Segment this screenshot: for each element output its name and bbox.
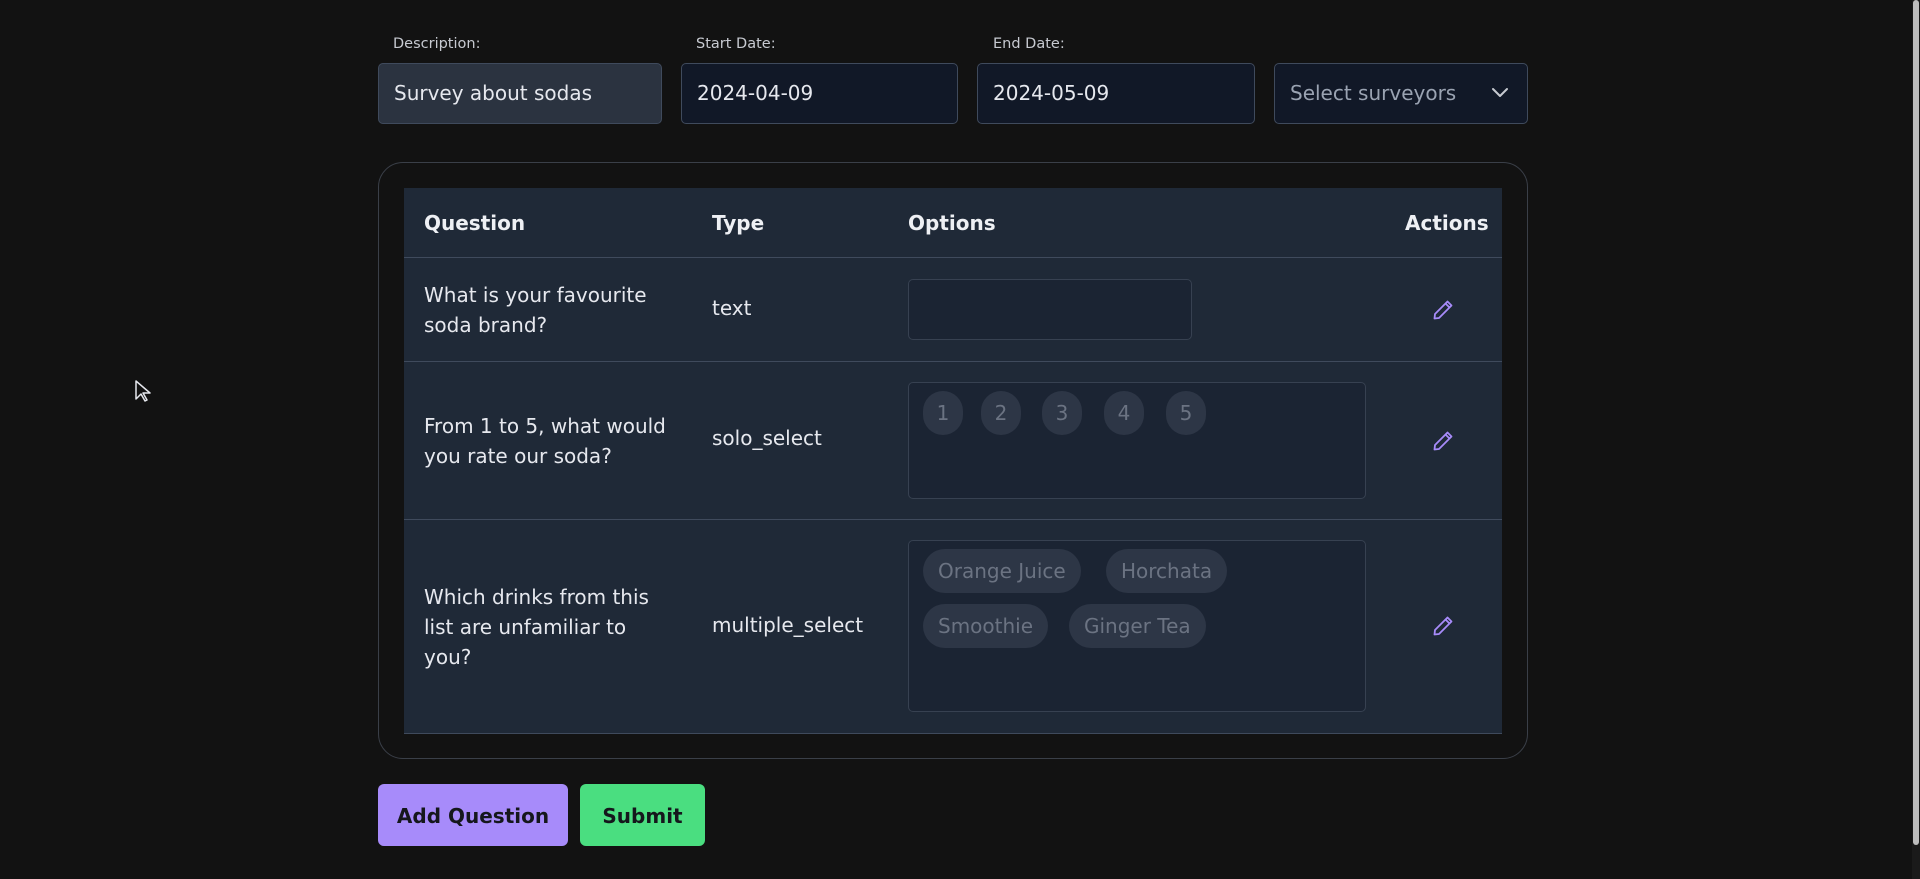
pencil-icon[interactable] — [1431, 298, 1455, 322]
header-options: Options — [908, 211, 996, 235]
option-pill[interactable]: 4 — [1104, 391, 1144, 435]
end-date-input[interactable]: 2024-05-09 — [977, 63, 1255, 124]
table-row: What is your favourite soda brand? text — [404, 258, 1502, 362]
table-header: Question Type Options Actions — [404, 188, 1502, 258]
header-question: Question — [424, 211, 526, 235]
question-text: Which drinks from this list are unfamili… — [424, 585, 649, 669]
header-actions: Actions — [1405, 211, 1489, 235]
option-pill[interactable]: Ginger Tea — [1069, 604, 1206, 648]
options-box: 1 2 3 4 5 — [908, 382, 1366, 499]
option-pill[interactable]: 3 — [1042, 391, 1082, 435]
question-text: From 1 to 5, what would you rate our sod… — [424, 414, 666, 468]
option-pill[interactable]: Smoothie — [923, 604, 1049, 648]
mouse-pointer-icon — [135, 380, 151, 402]
header-type: Type — [712, 211, 765, 235]
description-label: Description: — [393, 36, 481, 52]
chevron-down-icon — [1492, 88, 1508, 97]
options-input[interactable] — [908, 279, 1192, 340]
scrollbar-track[interactable] — [1912, 0, 1920, 879]
option-pill[interactable]: Orange Juice — [923, 549, 1081, 593]
start-date-input[interactable]: 2024-04-09 — [681, 63, 958, 124]
questions-card: Question Type Options Actions What is yo… — [378, 162, 1528, 759]
question-text: What is your favourite soda brand? — [424, 283, 647, 337]
surveyors-placeholder: Select surveyors — [1290, 81, 1457, 105]
submit-button[interactable]: Submit — [580, 784, 705, 846]
option-pill[interactable]: Horchata — [1106, 549, 1228, 593]
options-box: Orange Juice Horchata Smoothie Ginger Te… — [908, 540, 1366, 712]
questions-table: Question Type Options Actions What is yo… — [404, 188, 1502, 734]
pencil-icon[interactable] — [1431, 614, 1455, 638]
question-type: solo_select — [712, 426, 822, 450]
surveyors-select[interactable]: Select surveyors — [1274, 63, 1528, 124]
question-type: multiple_select — [712, 613, 864, 637]
pencil-icon[interactable] — [1431, 429, 1455, 453]
table-row: From 1 to 5, what would you rate our sod… — [404, 362, 1502, 520]
option-pill[interactable]: 1 — [923, 391, 963, 435]
option-pill[interactable]: 5 — [1166, 391, 1206, 435]
option-pill[interactable]: 2 — [981, 391, 1021, 435]
question-type: text — [712, 296, 752, 320]
end-date-label: End Date: — [993, 36, 1065, 52]
add-question-button[interactable]: Add Question — [378, 784, 568, 846]
start-date-label: Start Date: — [696, 36, 776, 52]
table-row: Which drinks from this list are unfamili… — [404, 520, 1502, 734]
description-input[interactable]: Survey about sodas — [378, 63, 662, 124]
scrollbar-thumb[interactable] — [1913, 0, 1919, 845]
